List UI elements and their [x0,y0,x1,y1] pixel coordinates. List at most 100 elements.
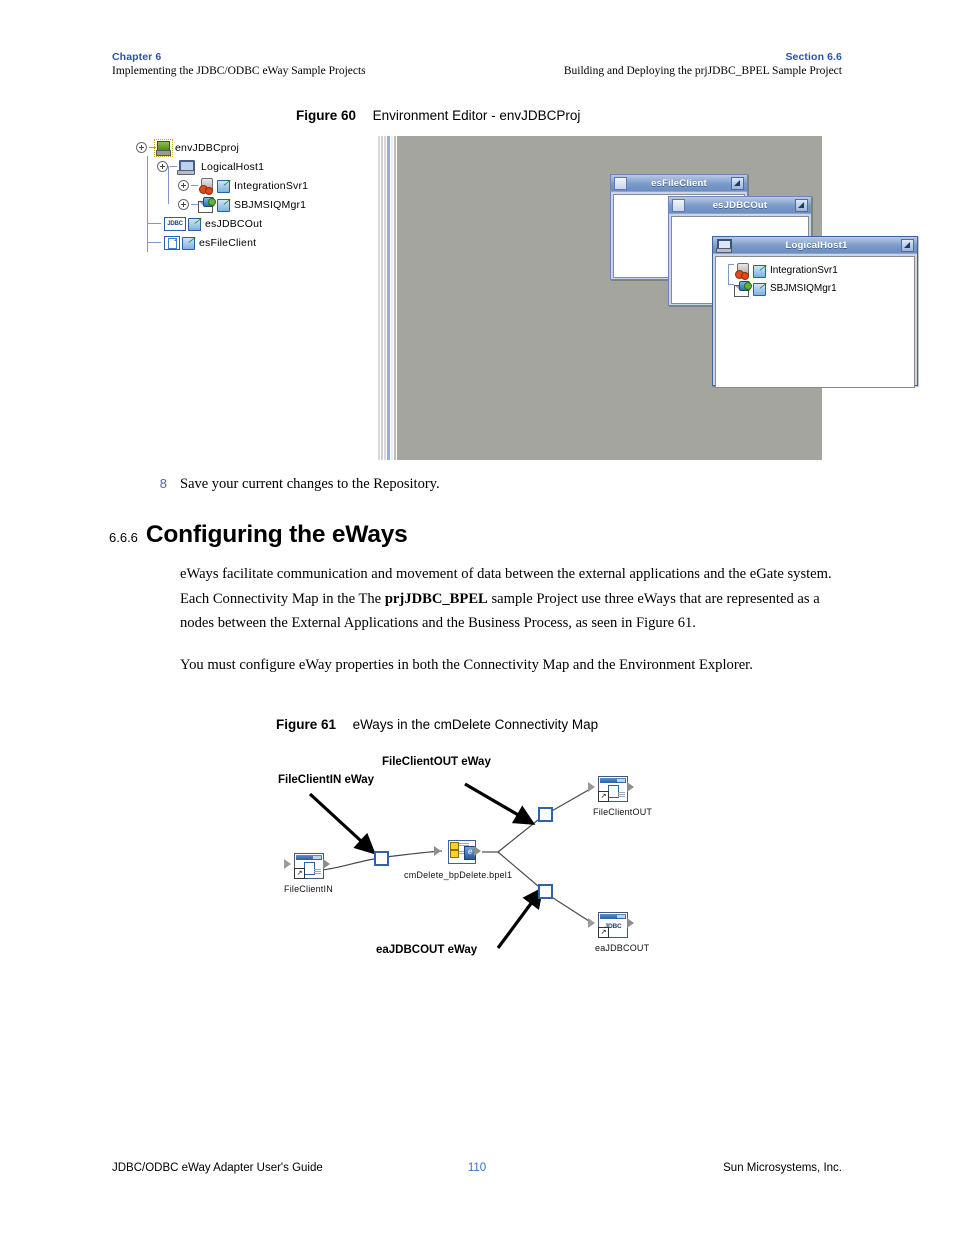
output-port-icon [627,782,634,792]
numbered-step: 8 Save your current changes to the Reposi… [160,474,440,494]
figure-61: FileClientIN eWay FileClientOUT eWay eaJ… [270,756,690,992]
annotation-fileclientin: FileClientIN eWay [278,774,375,786]
section-subtitle: Building and Deploying the prjJDBC_BPEL … [563,65,842,77]
expand-collapse-handle-icon[interactable] [178,180,189,191]
expand-collapse-handle-icon[interactable] [178,199,189,210]
file-external-icon [164,235,180,250]
titlebar-logicalhost1[interactable]: LogicalHost1 [713,237,917,254]
annotation-fileclientout: FileClientOUT eWay [382,756,491,768]
minimize-icon[interactable] [731,176,744,190]
node-label-business-process: cmDelete_bpDelete.bpel1 [404,870,513,880]
page-number: 110 [467,1162,487,1174]
step-number: 8 [159,476,167,491]
node-business-process[interactable] [444,840,476,864]
chapter-subtitle: Implementing the JDBC/ODBC eWay Sample P… [112,65,366,77]
window-title: esJDBCOut [712,199,768,211]
logical-host-icon [716,239,732,253]
input-port-icon [588,782,595,792]
environment-explorer-tree: envJDBCproj LogicalHost1 ↗ IntegrationSv… [128,138,378,252]
figure-60-title: Environment Editor - envJDBCProj [372,108,581,123]
window-body-logicalhost1: ↗ IntegrationSvr1 ↗ SBJMSIQMgr1 [715,256,915,388]
tree-item-label: LogicalHost1 [201,160,265,173]
eway-link-fileclientin[interactable] [374,851,389,866]
window-title: esFileClient [651,177,707,189]
input-port-icon [284,859,291,869]
output-port-icon [323,859,330,869]
tree-item-integrationsvr1[interactable]: ↗ IntegrationSvr1 [128,176,378,195]
shortcut-badge-icon: ↗ [217,179,230,193]
figure-60-number: Figure 60 [296,108,357,123]
section-label: Section 6.6 [785,51,842,63]
running-head: Chapter 6 Implementing the JDBC/ODBC eWa… [112,50,842,79]
paragraph-2: You must configure eWay properties in bo… [180,653,840,678]
minimize-icon[interactable] [901,238,914,252]
input-port-icon [434,846,441,856]
window-tree-item-label: IntegrationSvr1 [770,264,838,276]
paragraph-1: eWays facilitate communication and movem… [180,562,840,636]
integration-server-icon [198,178,215,195]
tree-item-label: esJDBCOut [205,217,263,230]
system-menu-icon[interactable] [672,198,685,212]
figure-61-number: Figure 61 [276,717,337,732]
footer-guide-title: JDBC/ODBC eWay Adapter User's Guide [112,1162,323,1174]
figure-60: esFileClient esJDBCOut LogicalHost1 ↗ In… [128,136,918,460]
expand-collapse-handle-icon[interactable] [136,142,147,153]
node-fileclientin[interactable]: ↗ [294,853,324,879]
environment-icon [154,138,173,157]
paragraph-1-bold-term: prjJDBC_BPEL [384,590,488,607]
titlebar-esfileclient[interactable]: esFileClient [611,175,747,192]
step-text: Save your current changes to the Reposit… [180,476,440,492]
environment-editor-canvas: esFileClient esJDBCOut LogicalHost1 ↗ In… [378,136,918,460]
window-tree-item-label: SBJMSIQMgr1 [770,282,837,294]
eway-link-eajdbcout[interactable] [538,884,553,899]
tree-item-logicalhost1[interactable]: LogicalHost1 [128,157,378,176]
figure-61-title: eWays in the cmDelete Connectivity Map [352,717,599,732]
tree-item-label: esFileClient [199,236,257,249]
shortcut-badge-icon: ↗ [753,263,766,278]
window-tree-item[interactable]: ↗ SBJMSIQMgr1 [716,279,914,297]
expand-collapse-handle-icon[interactable] [157,161,168,172]
titlebar-esjdbcout[interactable]: esJDBCOut [669,197,811,214]
section-heading: 6.6.6 Configuring the eWays [109,521,408,549]
jdbc-external-icon: JDBC [164,216,186,231]
eway-link-fileclientout[interactable] [538,807,553,822]
section-number: 6.6.6 [109,530,138,545]
tree-item-envjdbcproj[interactable]: envJDBCproj [128,138,378,157]
tree-item-label: envJDBCproj [175,141,240,154]
node-label-eajdbcout: eaJDBCOUT [595,943,650,953]
annotation-eajdbcout: eaJDBCOUT eWay [376,944,478,956]
output-port-icon [474,846,481,856]
shortcut-badge-icon: ↗ [598,927,609,938]
tree-item-label: IntegrationSvr1 [234,179,309,192]
shortcut-badge-icon: ↗ [217,198,230,212]
tree-item-esjdbcout[interactable]: JDBC ↗ esJDBCOut [128,214,378,233]
shortcut-badge-icon: ↗ [294,868,305,879]
node-fileclientout[interactable]: ↗ [598,776,628,802]
output-port-icon [627,918,634,928]
chapter-label: Chapter 6 [112,51,162,63]
minimize-icon[interactable] [795,198,808,212]
figure-60-caption: Figure 60 Environment Editor - envJDBCPr… [296,108,580,123]
node-eajdbcout[interactable]: JDBC ↗ [598,912,628,938]
integration-server-icon [734,262,751,280]
paragraph-2-text: You must configure eWay properties in bo… [180,657,753,673]
system-menu-icon[interactable] [614,176,627,190]
tree-item-label: SBJMSIQMgr1 [234,198,307,211]
page-title: Configuring the eWays [145,521,408,548]
editor-split-strip [378,136,400,460]
node-label-fileclientin: FileClientIN [284,884,333,894]
jms-iq-manager-icon [198,197,216,213]
page-footer: JDBC/ODBC eWay Adapter User's Guide 110 … [112,1162,842,1174]
shortcut-badge-icon: ↗ [753,281,766,296]
running-head-left: Chapter 6 Implementing the JDBC/ODBC eWa… [112,50,366,79]
shortcut-badge-icon: ↗ [182,236,195,250]
running-head-right: Section 6.6 Building and Deploying the p… [564,50,842,79]
shortcut-badge-icon: ↗ [188,217,201,231]
window-tree-item[interactable]: ↗ IntegrationSvr1 [716,261,914,280]
tree-item-esfileclient[interactable]: ↗ esFileClient [128,233,378,252]
footer-company: Sun Microsystems, Inc. [723,1162,842,1174]
node-label-fileclientout: FileClientOUT [593,807,653,817]
figure-61-caption: Figure 61 eWays in the cmDelete Connecti… [276,717,598,732]
mdi-window-logicalhost1[interactable]: LogicalHost1 ↗ IntegrationSvr1 ↗ SBJMSIQ… [712,236,918,388]
tree-item-sbjmsiqmgr1[interactable]: ↗ SBJMSIQMgr1 [128,195,378,214]
